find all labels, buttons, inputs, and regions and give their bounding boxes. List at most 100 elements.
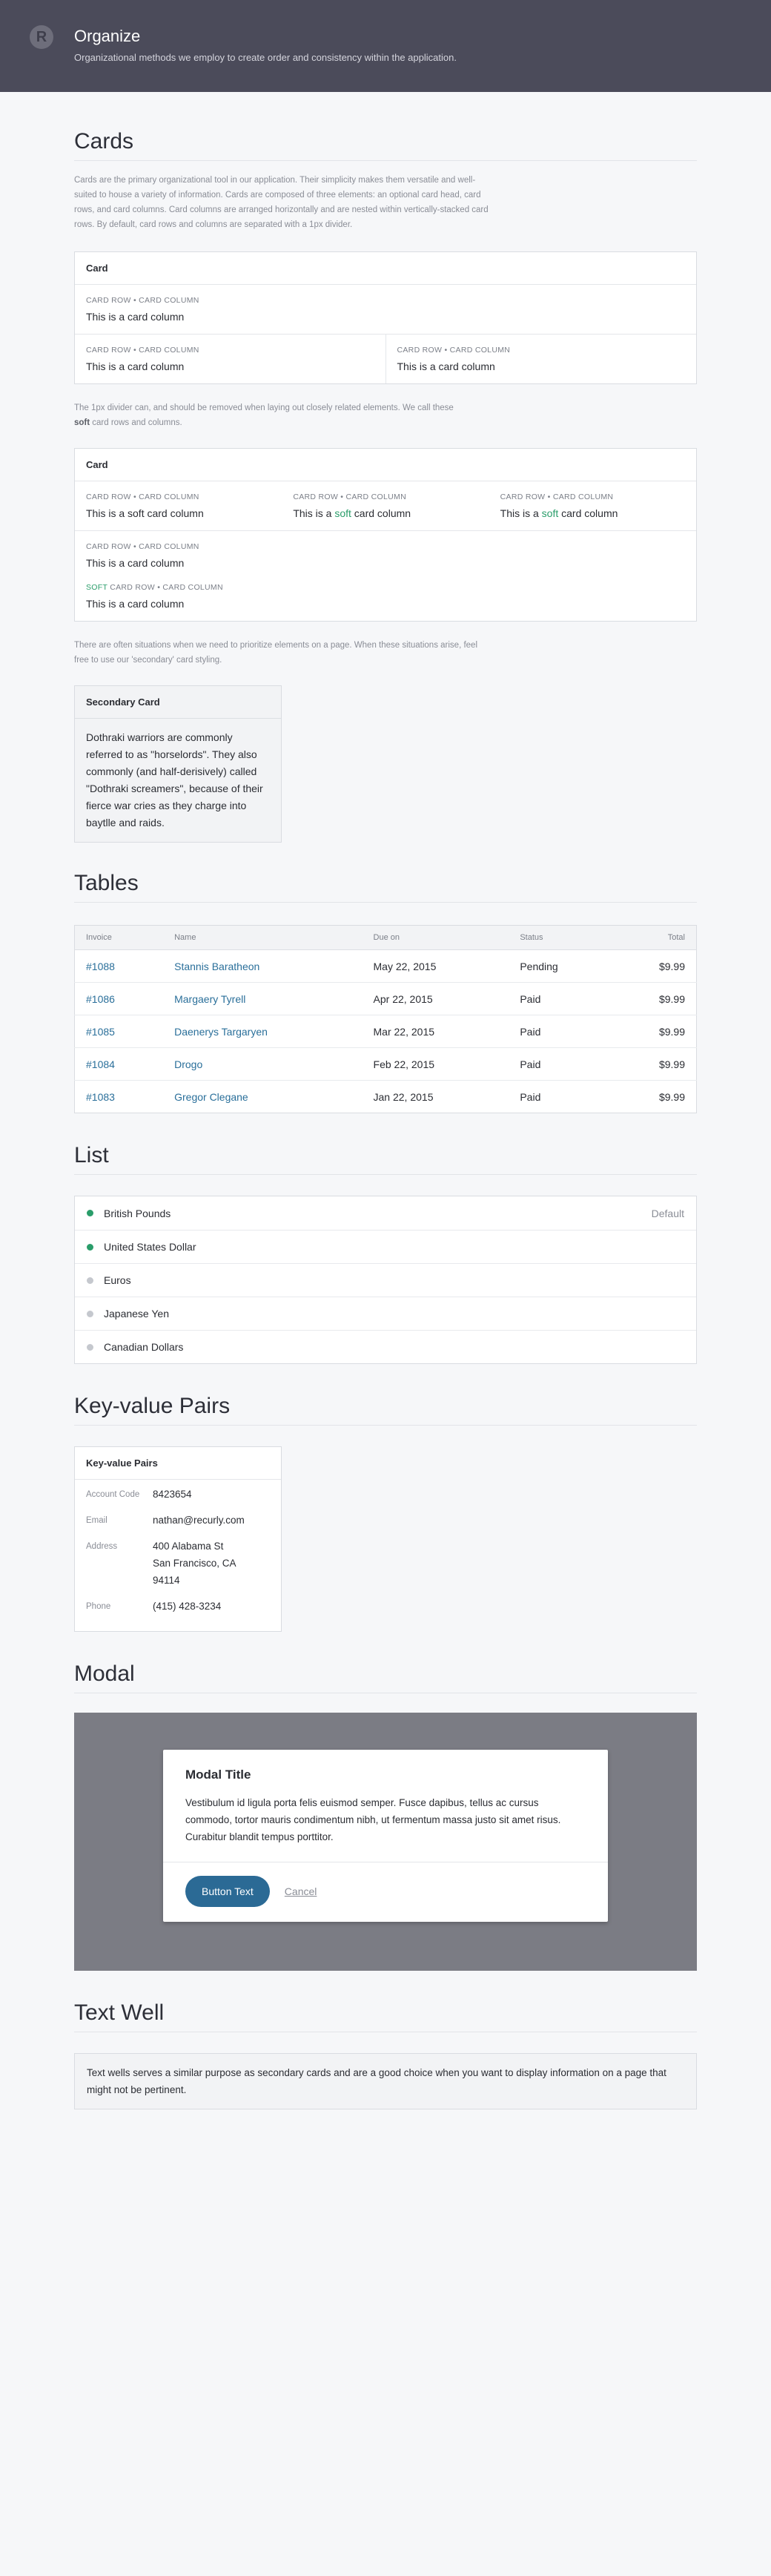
column-header-total[interactable]: Total bbox=[612, 925, 697, 950]
column-header-status[interactable]: Status bbox=[509, 925, 613, 950]
total: $9.99 bbox=[612, 949, 697, 983]
customer-link[interactable]: Gregor Clegane bbox=[174, 1091, 248, 1103]
list-item-label: Japanese Yen bbox=[104, 1308, 169, 1320]
secondary-card-description: There are often situations when we need … bbox=[74, 641, 478, 665]
secondary-card-body: Dothraki warriors are commonly referred … bbox=[86, 731, 263, 829]
card-row: CARD ROW • CARD COLUMN This is a card co… bbox=[75, 334, 696, 383]
page-subtitle: Organizational methods we employ to crea… bbox=[74, 52, 457, 63]
modal-body: Vestibulum id ligula porta felis euismod… bbox=[163, 1782, 608, 1862]
table-row[interactable]: #1085 Daenerys Targaryen Mar 22, 2015 Pa… bbox=[74, 1015, 697, 1048]
card-column: CARD ROW • CARD COLUMN This is a card co… bbox=[385, 335, 697, 383]
secondary-card: Secondary Card Dothraki warriors are com… bbox=[74, 685, 282, 843]
card-example-1: Card CARD ROW • CARD COLUMN This is a ca… bbox=[74, 251, 697, 384]
primary-button[interactable]: Button Text bbox=[185, 1876, 270, 1907]
card-column: CARD ROW • CARD COLUMN This is a card co… bbox=[75, 531, 696, 580]
invoices-table: Invoice Name Due on Status Total #1088 S… bbox=[74, 925, 697, 1113]
status: Paid bbox=[509, 982, 613, 1015]
table-row[interactable]: #1084 Drogo Feb 22, 2015 Paid $9.99 bbox=[74, 1047, 697, 1081]
soft-divider-description: The 1px divider can, and should be remov… bbox=[74, 403, 454, 427]
currency-list: British Pounds Default United States Dol… bbox=[74, 1196, 697, 1364]
card-column: SOFT CARD ROW • CARD COLUMN This is a ca… bbox=[75, 580, 696, 621]
secondary-card-head: Secondary Card bbox=[75, 686, 281, 719]
default-tag: Default bbox=[651, 1207, 684, 1219]
kv-key: Phone bbox=[86, 1602, 111, 1611]
soft-card-column: CARD ROW • CARD COLUMN This is a soft ca… bbox=[282, 481, 489, 530]
list-item[interactable]: Euros bbox=[75, 1263, 696, 1297]
key-value-card: Key-value Pairs Account Code 8423654 Ema… bbox=[74, 1446, 282, 1632]
card-row: CARD ROW • CARD COLUMN This is a card co… bbox=[75, 530, 696, 580]
invoice-link[interactable]: #1084 bbox=[86, 1058, 115, 1070]
customer-link[interactable]: Daenerys Targaryen bbox=[174, 1026, 268, 1038]
list-item-label: British Pounds bbox=[104, 1207, 171, 1219]
card-column-text: This is a soft card column bbox=[86, 507, 204, 519]
card-example-2: Card CARD ROW • CARD COLUMN This is a so… bbox=[74, 448, 697, 622]
card-column-label: SOFT CARD ROW • CARD COLUMN bbox=[86, 583, 223, 592]
table-row[interactable]: #1083 Gregor Clegane Jan 22, 2015 Paid $… bbox=[74, 1080, 697, 1113]
list-item-label: United States Dollar bbox=[104, 1241, 196, 1253]
total: $9.99 bbox=[612, 1047, 697, 1081]
card-column-text: This is a soft card column bbox=[293, 507, 411, 519]
card-column-text: This is a card column bbox=[397, 360, 495, 372]
card-column: CARD ROW • CARD COLUMN This is a card co… bbox=[75, 285, 696, 334]
kv-key: Email bbox=[86, 1516, 107, 1525]
list-item-label: Euros bbox=[104, 1274, 131, 1286]
invoice-link[interactable]: #1086 bbox=[86, 993, 115, 1005]
due-date: Apr 22, 2015 bbox=[362, 982, 509, 1015]
card-row: CARD ROW • CARD COLUMN This is a soft ca… bbox=[75, 481, 696, 530]
active-status-dot-icon bbox=[87, 1210, 93, 1216]
list-section-title: List bbox=[74, 1143, 697, 1175]
invoice-link[interactable]: #1083 bbox=[86, 1091, 115, 1103]
due-date: May 22, 2015 bbox=[362, 949, 509, 983]
cancel-link[interactable]: Cancel bbox=[285, 1885, 317, 1897]
due-date: Jan 22, 2015 bbox=[362, 1080, 509, 1113]
cards-description: Cards are the primary organizational too… bbox=[74, 176, 489, 229]
card-column-label: CARD ROW • CARD COLUMN bbox=[86, 296, 199, 305]
modal-section-title: Modal bbox=[74, 1661, 697, 1693]
list-item-label: Canadian Dollars bbox=[104, 1341, 184, 1353]
card-column: CARD ROW • CARD COLUMN This is a card co… bbox=[75, 335, 386, 383]
card-column-text: This is a card column bbox=[86, 598, 185, 610]
list-item[interactable]: Canadian Dollars bbox=[75, 1330, 696, 1363]
text-well-section-title: Text Well bbox=[74, 2000, 697, 2032]
table-row[interactable]: #1086 Margaery Tyrell Apr 22, 2015 Paid … bbox=[74, 982, 697, 1015]
card-column-text: This is a soft card column bbox=[500, 507, 618, 519]
list-item[interactable]: Japanese Yen bbox=[75, 1297, 696, 1330]
invoice-link[interactable]: #1085 bbox=[86, 1026, 115, 1038]
status: Paid bbox=[509, 1047, 613, 1081]
kv-row-address: Address 400 Alabama St San Francisco, CA… bbox=[86, 1541, 270, 1589]
invoice-link[interactable]: #1088 bbox=[86, 961, 115, 972]
card-column-label: CARD ROW • CARD COLUMN bbox=[86, 493, 199, 501]
list-item[interactable]: United States Dollar bbox=[75, 1230, 696, 1263]
modal-dialog: Modal Title Vestibulum id ligula porta f… bbox=[163, 1750, 608, 1922]
card-head: Card bbox=[75, 449, 696, 481]
page-header: R Organize Organizational methods we emp… bbox=[0, 0, 771, 92]
column-header-invoice[interactable]: Invoice bbox=[74, 925, 164, 950]
kv-row-phone: Phone (415) 428-3234 bbox=[86, 1601, 270, 1615]
total: $9.99 bbox=[612, 1015, 697, 1048]
main-content: Cards Cards are the primary organization… bbox=[74, 129, 697, 2109]
page-title: Organize bbox=[74, 27, 141, 45]
tables-section-title: Tables bbox=[74, 871, 697, 903]
table-row[interactable]: #1088 Stannis Baratheon May 22, 2015 Pen… bbox=[74, 949, 697, 983]
card-column-label: CARD ROW • CARD COLUMN bbox=[86, 346, 199, 355]
card-head: Card bbox=[75, 252, 696, 285]
card-column-text: This is a card column bbox=[86, 557, 185, 569]
due-date: Mar 22, 2015 bbox=[362, 1015, 509, 1048]
recurly-logo-icon[interactable]: R bbox=[30, 25, 53, 49]
customer-link[interactable]: Stannis Baratheon bbox=[174, 961, 259, 972]
list-item[interactable]: British Pounds Default bbox=[75, 1196, 696, 1230]
card-column-label: CARD ROW • CARD COLUMN bbox=[86, 542, 199, 551]
modal-overlay: Modal Title Vestibulum id ligula porta f… bbox=[74, 1713, 697, 1971]
column-header-due[interactable]: Due on bbox=[362, 925, 509, 950]
status: Paid bbox=[509, 1080, 613, 1113]
customer-link[interactable]: Margaery Tyrell bbox=[174, 993, 245, 1005]
soft-card-column: CARD ROW • CARD COLUMN This is a soft ca… bbox=[75, 481, 282, 530]
kv-row-email: Email nathan@recurly.com bbox=[86, 1515, 270, 1529]
active-status-dot-icon bbox=[87, 1243, 93, 1251]
kv-key: Account Code bbox=[86, 1490, 140, 1499]
due-date: Feb 22, 2015 bbox=[362, 1047, 509, 1081]
customer-link[interactable]: Drogo bbox=[174, 1058, 202, 1070]
kv-row-account-code: Account Code 8423654 bbox=[86, 1489, 270, 1503]
column-header-name[interactable]: Name bbox=[163, 925, 363, 950]
card-column-label: CARD ROW • CARD COLUMN bbox=[500, 493, 614, 501]
